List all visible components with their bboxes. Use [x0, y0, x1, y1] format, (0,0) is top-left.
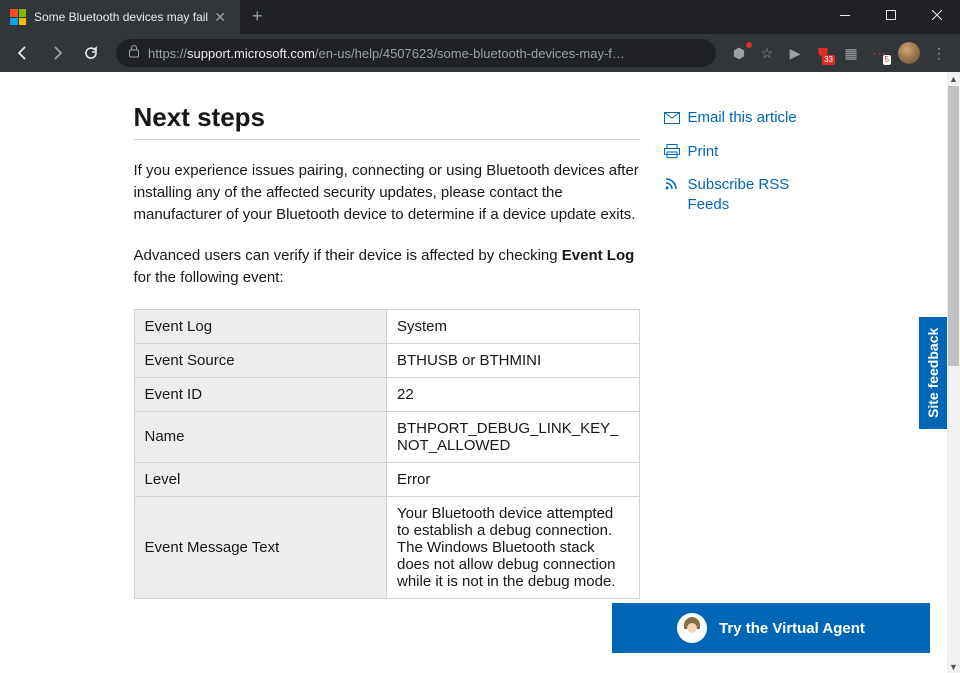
page-content: Next steps If you experience issues pair…	[0, 72, 947, 673]
table-row: Event Message TextYour Bluetooth device …	[134, 496, 639, 598]
paragraph: If you experience issues pairing, connec…	[134, 160, 640, 225]
new-tab-button[interactable]: +	[240, 0, 275, 33]
address-bar[interactable]: https://support.microsoft.com/en-us/help…	[116, 39, 716, 67]
maximize-button[interactable]	[868, 0, 914, 30]
virtual-agent-avatar-icon	[677, 613, 707, 643]
rss-link[interactable]: Subscribe RSS Feeds	[664, 169, 814, 220]
scroll-thumb[interactable]	[948, 86, 959, 366]
site-feedback-button[interactable]: Site feedback	[919, 317, 947, 429]
forward-button[interactable]	[42, 38, 72, 68]
action-rail: Email this article Print Subscribe RSS F…	[664, 102, 814, 599]
extension-icon[interactable]: ▶	[786, 44, 804, 62]
scroll-down-icon[interactable]: ▼	[947, 660, 960, 673]
event-log-table: Event LogSystem Event SourceBTHUSB or BT…	[134, 309, 640, 599]
reload-button[interactable]	[76, 38, 106, 68]
virtual-agent-button[interactable]: Try the Virtual Agent	[612, 603, 930, 653]
back-button[interactable]	[8, 38, 38, 68]
extension-icon[interactable]: ▦	[842, 44, 860, 62]
email-article-link[interactable]: Email this article	[664, 102, 814, 136]
section-heading: Next steps	[134, 102, 640, 140]
close-window-button[interactable]	[914, 0, 960, 30]
table-row: NameBTHPORT_DEBUG_LINK_KEY_NOT_ALLOWED	[134, 411, 639, 462]
extension-lastpass-icon[interactable]: ⋯5	[870, 44, 888, 62]
minimize-button[interactable]	[822, 0, 868, 30]
tab-title: Some Bluetooth devices may fail	[34, 10, 210, 24]
microsoft-favicon	[10, 9, 26, 25]
close-tab-icon[interactable]: ✕	[210, 9, 230, 26]
extension-icon[interactable]: ⬢	[730, 44, 748, 62]
window-titlebar: Some Bluetooth devices may fail ✕ +	[0, 0, 960, 34]
table-row: Event SourceBTHUSB or BTHMINI	[134, 343, 639, 377]
scroll-up-icon[interactable]: ▲	[947, 72, 960, 85]
table-row: Event ID22	[134, 377, 639, 411]
profile-avatar[interactable]	[898, 42, 920, 64]
mail-icon	[664, 110, 680, 130]
rss-icon	[664, 177, 680, 197]
table-row: Event LogSystem	[134, 309, 639, 343]
bookmark-star-icon[interactable]: ☆	[758, 44, 776, 62]
paragraph: Advanced users can verify if their devic…	[134, 245, 640, 289]
menu-icon[interactable]: ⋮	[930, 44, 948, 62]
extension-ublock-icon[interactable]: ⛊33	[814, 44, 832, 62]
browser-tab[interactable]: Some Bluetooth devices may fail ✕	[0, 0, 240, 34]
table-row: LevelError	[134, 462, 639, 496]
browser-toolbar: https://support.microsoft.com/en-us/help…	[0, 34, 960, 72]
print-link[interactable]: Print	[664, 136, 814, 170]
vertical-scrollbar[interactable]: ▲ ▼	[947, 72, 960, 673]
print-icon	[664, 144, 680, 164]
lock-icon	[128, 44, 140, 63]
url-text: https://support.microsoft.com/en-us/help…	[148, 46, 625, 61]
